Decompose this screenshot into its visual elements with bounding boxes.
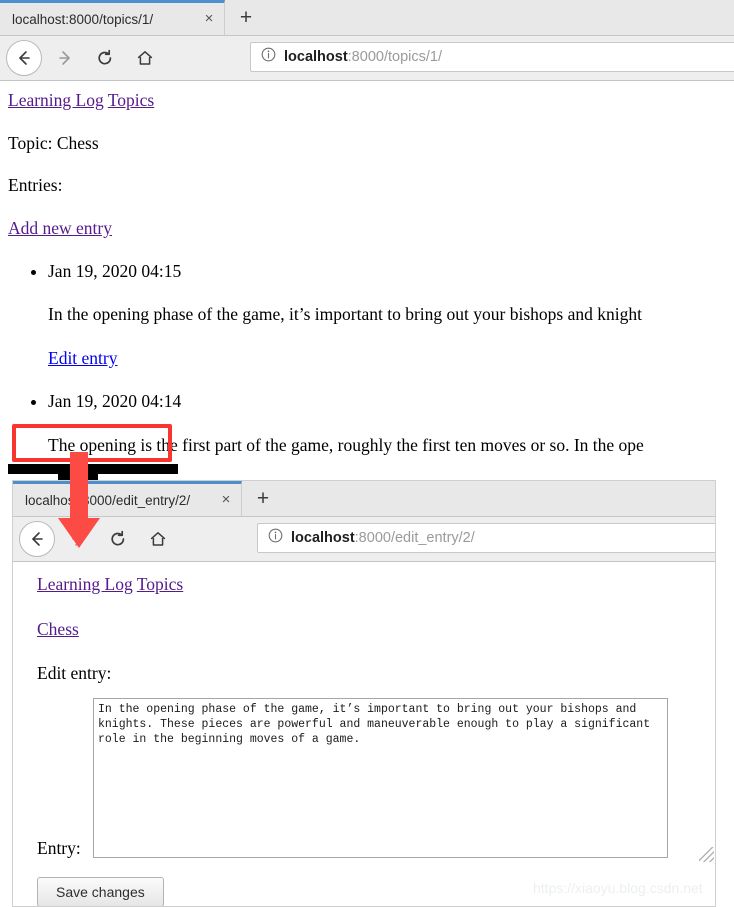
site-nav: Learning Log Topics <box>8 90 734 111</box>
url-host: localhost <box>291 530 355 546</box>
url-bar[interactable]: localhost:8000/topics/1/ <box>250 42 734 72</box>
tab-title: localhost:8000/edit_entry/2/ <box>25 492 191 508</box>
info-icon <box>261 47 276 67</box>
url-bar[interactable]: localhost:8000/edit_entry/2/ <box>257 523 715 553</box>
entry-list: Jan 19, 2020 04:15 In the opening phase … <box>8 261 734 470</box>
tab-strip-window1: localhost:8000/topics/1/ × + <box>0 0 734 36</box>
new-tab-icon[interactable]: + <box>226 0 266 35</box>
add-new-entry-link-wrapper: Add new entry <box>8 218 734 239</box>
tab-title: localhost:8000/topics/1/ <box>12 11 154 27</box>
reload-icon[interactable] <box>88 41 122 75</box>
new-tab-icon[interactable]: + <box>243 481 283 516</box>
list-item: Jan 19, 2020 04:14 The opening is the fi… <box>48 391 734 470</box>
browser-window-edit-entry: localhost:8000/edit_entry/2/ × + localho… <box>12 480 716 907</box>
nav-bar-window2: localhost:8000/edit_entry/2/ <box>13 517 715 562</box>
back-icon[interactable] <box>19 521 55 557</box>
url-path: :8000/topics/1/ <box>347 49 442 65</box>
entry-text: In the opening phase of the game, it’s i… <box>48 304 642 325</box>
entry-edit-link-wrapper: Edit entry <box>48 348 734 369</box>
entry-text: The opening is the first part of the gam… <box>48 435 644 456</box>
url-path: :8000/edit_entry/2/ <box>354 530 475 546</box>
forward-icon[interactable] <box>61 522 95 556</box>
page-content-topics: Learning Log Topics Topic: Chess Entries… <box>0 81 734 470</box>
home-icon[interactable] <box>141 522 175 556</box>
close-icon[interactable]: × <box>198 8 220 30</box>
entry-date: Jan 19, 2020 04:14 <box>48 391 182 412</box>
nav-link-learning-log[interactable]: Learning Log <box>37 574 133 594</box>
resize-handle-icon[interactable] <box>699 846 714 862</box>
back-icon[interactable] <box>6 40 42 76</box>
reload-icon[interactable] <box>101 522 135 556</box>
topic-title: Topic: Chess <box>8 132 99 153</box>
edit-entry-link[interactable]: Edit entry <box>48 348 118 368</box>
entry-textarea[interactable] <box>93 697 668 858</box>
browser-window-topics: localhost:8000/topics/1/ × + localhost:8… <box>0 0 734 470</box>
edit-entry-heading: Edit entry: <box>37 663 112 684</box>
add-new-entry-link[interactable]: Add new entry <box>8 218 112 238</box>
forward-icon[interactable] <box>48 41 82 75</box>
tab-topics[interactable]: localhost:8000/topics/1/ × <box>0 0 225 35</box>
info-icon <box>268 528 283 548</box>
site-nav: Learning Log Topics <box>37 574 715 595</box>
close-icon[interactable]: × <box>215 489 237 511</box>
tab-edit-entry[interactable]: localhost:8000/edit_entry/2/ × <box>13 481 242 516</box>
nav-link-topics[interactable]: Topics <box>137 574 183 594</box>
entry-field-label: Entry: <box>37 838 81 859</box>
page-content-edit-entry: Learning Log Topics Chess Edit entry: En… <box>13 562 715 906</box>
tab-strip-window2: localhost:8000/edit_entry/2/ × + <box>13 481 715 517</box>
entry-form-row: Entry: <box>37 697 715 863</box>
nav-bar-window1: localhost:8000/topics/1/ <box>0 36 734 81</box>
screenshot-root: { "window1": { "tab": { "title": "localh… <box>0 0 734 907</box>
home-icon[interactable] <box>128 41 162 75</box>
topic-link-wrapper: Chess <box>37 619 715 640</box>
nav-link-learning-log[interactable]: Learning Log <box>8 90 104 110</box>
url-text: localhost:8000/topics/1/ <box>284 49 442 65</box>
save-changes-button[interactable]: Save changes <box>37 876 164 906</box>
entry-date: Jan 19, 2020 04:15 <box>48 260 182 281</box>
nav-link-topics[interactable]: Topics <box>108 90 154 110</box>
list-item: Jan 19, 2020 04:15 In the opening phase … <box>48 261 734 369</box>
url-text: localhost:8000/edit_entry/2/ <box>291 530 475 546</box>
topic-link-chess[interactable]: Chess <box>37 619 79 639</box>
entries-heading: Entries: <box>8 175 63 196</box>
url-host: localhost <box>284 49 348 65</box>
